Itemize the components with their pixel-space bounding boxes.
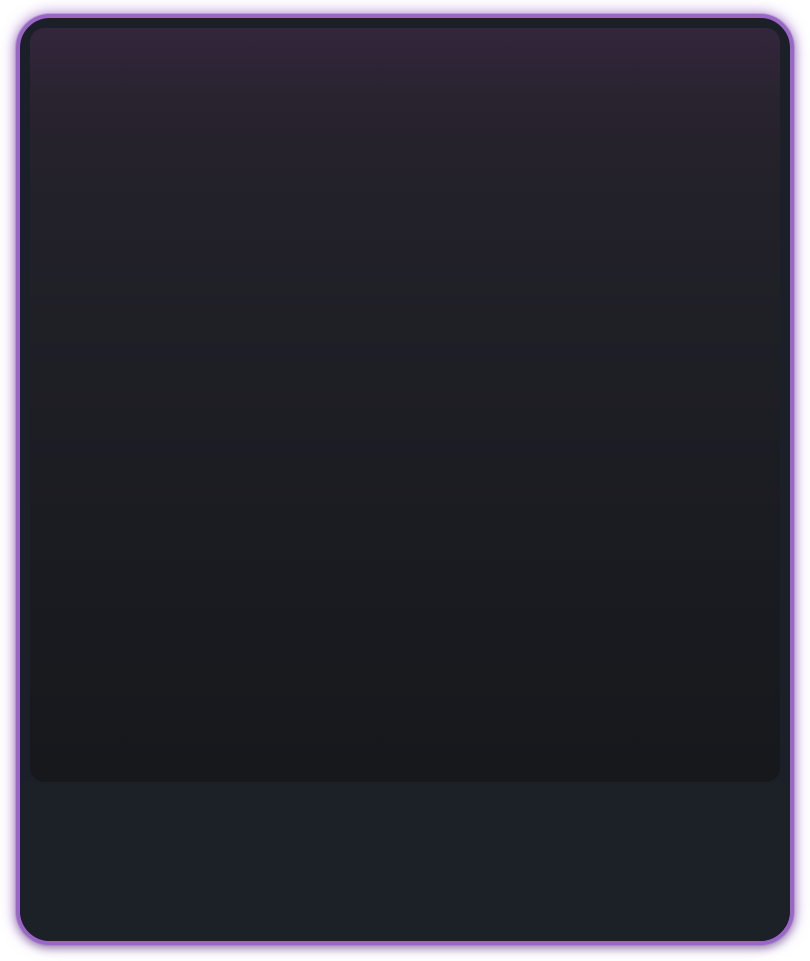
preview-panel [30, 28, 780, 782]
card-frame[interactable] [16, 14, 794, 945]
card-footer [20, 782, 790, 941]
page [0, 0, 810, 961]
